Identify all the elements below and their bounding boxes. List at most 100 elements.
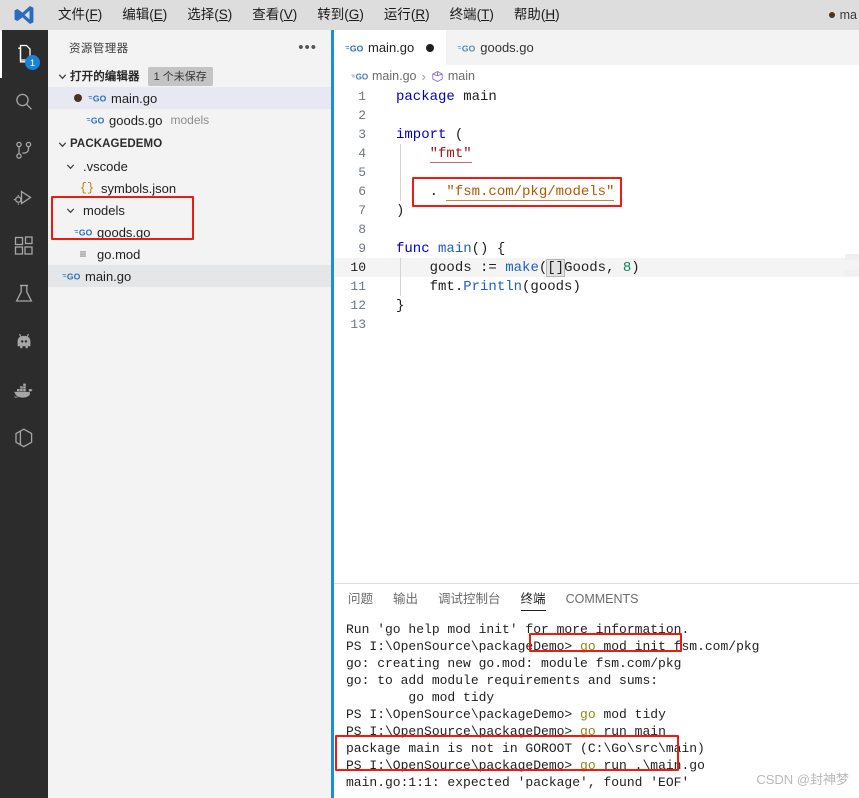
- watermark: CSDN @封神梦: [756, 772, 849, 787]
- line-content: }: [396, 297, 405, 314]
- breadcrumb-file[interactable]: GO main.go: [346, 69, 416, 83]
- line-content: func main() {: [396, 240, 506, 257]
- code-line-9: 9 func main() {: [334, 239, 859, 258]
- line-content: "fmt": [429, 145, 472, 163]
- activity-source-control[interactable]: [0, 126, 48, 174]
- tree-item-go-mod[interactable]: ≡ go.mod: [48, 243, 331, 265]
- activity-search[interactable]: [0, 78, 48, 126]
- section-project[interactable]: PACKAGEDEMO: [48, 133, 331, 155]
- tab-problems[interactable]: 问题: [348, 584, 373, 614]
- code-line-11: 11 fmt.Println(goods): [334, 277, 859, 296]
- tree-item-symbols-json[interactable]: {} symbols.json: [48, 177, 331, 199]
- line-number: 5: [358, 165, 366, 180]
- menu-item-file[interactable]: 文件(F): [48, 0, 112, 30]
- json-file-icon: {}: [79, 181, 95, 195]
- open-editor-label: main.go: [111, 90, 158, 106]
- go-file-icon: GO: [62, 270, 80, 282]
- menu-item-selection[interactable]: 选择(S): [177, 0, 242, 30]
- tab-debug-console[interactable]: 调试控制台: [438, 584, 501, 614]
- code-line-13: 13: [334, 315, 859, 334]
- activity-docker[interactable]: [0, 366, 48, 414]
- code-editor[interactable]: 1 package main 2 3 import ( 4 "fmt" 5 6 …: [334, 87, 859, 583]
- search-icon: [16, 93, 32, 110]
- code-line-12: 12 }: [334, 296, 859, 315]
- menu-item-go[interactable]: 转到(G): [307, 0, 374, 30]
- robot-icon: [17, 333, 31, 349]
- source-control-icon: [16, 141, 32, 159]
- svg-text:GO: GO: [91, 115, 104, 125]
- terminal-line: PS I:\OpenSource\packageDemo> go run mai…: [346, 724, 666, 739]
- go-glyph: GO: [86, 115, 104, 125]
- explorer-title: 资源管理器: [69, 42, 129, 55]
- open-editor-main-go[interactable]: GO main.go: [48, 87, 331, 109]
- go-glyph: GO: [350, 72, 368, 81]
- tree-item-goods-go[interactable]: GO goods.go: [48, 221, 331, 243]
- explorer-sidebar: 资源管理器 ••• 打开的编辑器 1 个未保存 GO main.go GO go…: [48, 30, 331, 798]
- menu-item-terminal[interactable]: 终端(T): [440, 0, 504, 30]
- tab-comments[interactable]: COMMENTS: [566, 584, 639, 614]
- tab-goods-go[interactable]: GO goods.go: [446, 30, 546, 65]
- tree-item-models[interactable]: models: [48, 199, 331, 221]
- code-line-1: 1 package main: [334, 87, 859, 106]
- activity-package[interactable]: [0, 414, 48, 462]
- activity-explorer[interactable]: 1: [0, 30, 48, 78]
- go-glyph: GO: [345, 43, 363, 53]
- window-title-text: ma: [839, 8, 857, 22]
- tab-main-go[interactable]: GO main.go: [334, 30, 447, 65]
- terminal-line: go: to add module requirements and sums:: [346, 673, 659, 688]
- line-number: 1: [358, 89, 366, 104]
- terminal-go-keyword: go: [580, 758, 596, 773]
- menu-item-help[interactable]: 帮助(H): [504, 0, 570, 30]
- section-open-editors[interactable]: 打开的编辑器 1 个未保存: [48, 65, 331, 87]
- more-actions-icon[interactable]: •••: [298, 40, 317, 55]
- breadcrumb: GO main.go › main: [334, 65, 859, 87]
- svg-text:GO: GO: [67, 271, 80, 281]
- line-content: . "fsm.com/pkg/models": [429, 183, 615, 201]
- line-content: fmt.Println(goods): [429, 278, 581, 295]
- breadcrumb-symbol[interactable]: main: [431, 69, 475, 83]
- activity-run-debug[interactable]: [0, 174, 48, 222]
- project-name-label: PACKAGEDEMO: [70, 138, 163, 150]
- tree-item-main-go[interactable]: GO main.go: [48, 265, 331, 287]
- breadcrumb-label: main: [447, 69, 475, 83]
- activity-robot[interactable]: [0, 318, 48, 366]
- window-title: ma: [828, 0, 859, 30]
- editor-scrollbar-mark-2[interactable]: [845, 270, 859, 276]
- activity-bar: 1: [0, 30, 48, 798]
- chevron-down-icon: [62, 202, 78, 218]
- activity-extensions[interactable]: [0, 222, 48, 270]
- menu-bar[interactable]: 文件(F) 编辑(E) 选择(S) 查看(V) 转到(G) 运行(R) 终端(T…: [48, 0, 570, 30]
- terminal-line: PS I:\OpenSource\packageDemo> go mod ini…: [346, 639, 760, 654]
- tab-terminal[interactable]: 终端: [520, 584, 546, 614]
- line-number: 3: [358, 127, 366, 142]
- go-glyph: GO: [457, 43, 475, 53]
- svg-text:GO: GO: [355, 72, 367, 81]
- tree-item-vscode[interactable]: .vscode: [48, 155, 331, 177]
- terminal-go-keyword: go: [580, 707, 596, 722]
- tree-item-label: symbols.json: [101, 180, 177, 196]
- tab-dirty-dot-icon[interactable]: [426, 43, 435, 52]
- activity-testing[interactable]: [0, 270, 48, 318]
- terminal-line: Run 'go help mod init' for more informat…: [346, 622, 690, 637]
- dirty-dot-icon: [74, 94, 82, 102]
- open-editor-goods-go[interactable]: GO goods.go models: [48, 109, 331, 131]
- go-file-icon: GO: [345, 42, 363, 54]
- menu-item-edit[interactable]: 编辑(E): [112, 0, 177, 30]
- title-bar: 文件(F) 编辑(E) 选择(S) 查看(V) 转到(G) 运行(R) 终端(T…: [0, 0, 859, 30]
- tab-output[interactable]: 输出: [393, 584, 418, 614]
- menu-item-view[interactable]: 查看(V): [242, 0, 307, 30]
- indent-guide: [400, 182, 401, 201]
- beaker-icon: [15, 284, 33, 302]
- code-line-3: 3 import (: [334, 125, 859, 144]
- menu-item-run[interactable]: 运行(R): [374, 0, 440, 30]
- svg-text:GO: GO: [79, 227, 92, 237]
- vscode-logo: [0, 0, 48, 30]
- go-glyph: GO: [74, 227, 92, 237]
- terminal-line: PS I:\OpenSource\packageDemo> go mod tid…: [346, 707, 666, 722]
- open-editors-label: 打开的编辑器: [70, 71, 140, 83]
- code-line-10: 10 goods := make([]Goods, 8): [334, 258, 859, 277]
- svg-text:GO: GO: [350, 43, 363, 53]
- editor-scrollbar-mark[interactable]: [845, 254, 859, 260]
- line-number: 4: [358, 146, 366, 161]
- tree-item-label: .vscode: [83, 158, 128, 174]
